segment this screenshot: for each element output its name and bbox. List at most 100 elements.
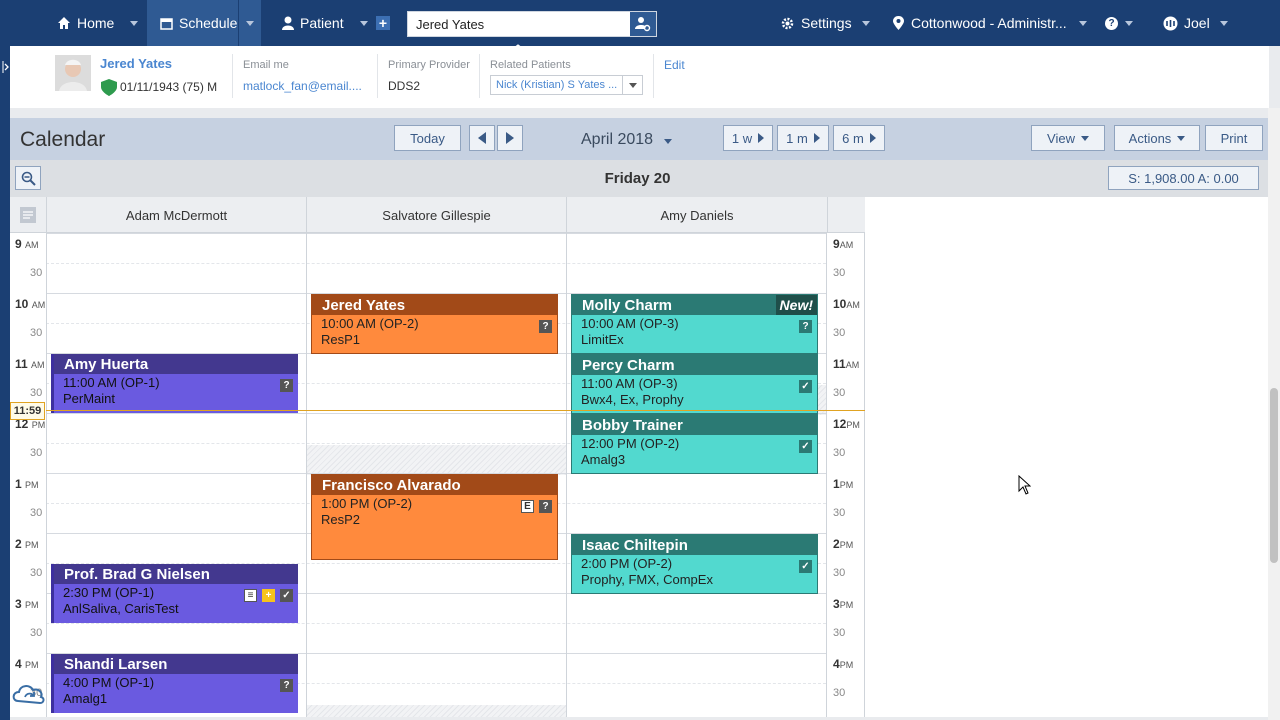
location-menu[interactable]: Cottonwood - Administr... [893, 0, 1087, 46]
print-button[interactable]: Print [1205, 125, 1263, 151]
home-menu[interactable]: Home [57, 0, 139, 46]
hour-label: 4 PM [15, 657, 39, 671]
chevron-down-icon[interactable] [622, 76, 642, 94]
user-menu[interactable]: Joel [1163, 0, 1228, 46]
hour-label: 3 PM [15, 597, 39, 611]
schedule-caret-button[interactable] [239, 0, 261, 46]
hour-label: 10 AM [15, 297, 46, 311]
divider [232, 54, 233, 98]
sidebar-toggle[interactable] [0, 46, 10, 720]
question-icon[interactable]: ? [280, 679, 293, 692]
half-hour-label: 30 [30, 327, 43, 339]
six-month-button[interactable]: 6 m [833, 125, 885, 151]
medical-alert-icon[interactable]: + [262, 589, 275, 602]
chevron-down-icon [1177, 135, 1186, 141]
patient-caret-icon[interactable] [359, 20, 368, 26]
patient-avatar [55, 55, 91, 91]
check-icon[interactable]: ✓ [799, 440, 812, 453]
question-icon[interactable]: ? [280, 379, 293, 392]
question-icon[interactable]: ? [539, 500, 552, 513]
appointment-patient-name: Percy Charm [572, 355, 817, 375]
appointment-card[interactable]: Amy Huerta 11:00 AM (OP-1) PerMaint ? [51, 354, 298, 413]
appointment-card[interactable]: Jered Yates 10:00 AM (OP-2) ResP1 ? [311, 294, 558, 354]
appointment-patient-name: Amy Huerta [54, 354, 298, 374]
patient-search-input[interactable] [408, 12, 628, 36]
view-button[interactable]: View [1031, 125, 1105, 151]
provider-column-header[interactable]: Salvatore Gillespie [306, 197, 566, 233]
patient-search-button[interactable] [630, 12, 656, 36]
question-icon[interactable]: ? [539, 320, 552, 333]
primary-provider-value: DDS2 [388, 79, 421, 93]
schedule-menu[interactable]: Schedule [147, 0, 238, 46]
half-hour-label: 30 [833, 687, 846, 699]
vertical-scrollbar[interactable] [1268, 108, 1280, 720]
scrollbar-thumb[interactable] [1270, 388, 1278, 563]
actions-label: Actions [1128, 130, 1172, 146]
day-totals[interactable]: S: 1,908.00 A: 0.00 [1108, 166, 1259, 190]
appointment-card[interactable]: Isaac Chiltepin 2:00 PM (OP-2) Prophy, F… [571, 534, 818, 594]
next-day-button[interactable] [497, 125, 523, 151]
home-caret-icon[interactable] [130, 20, 139, 26]
patient-search[interactable] [407, 11, 657, 50]
edit-link[interactable]: Edit [664, 58, 685, 72]
appointment-card[interactable]: Shandi Larsen 4:00 PM (OP-1) Amalg1 ? [51, 654, 298, 713]
month-selector[interactable]: April 2018 [581, 131, 672, 149]
related-patients-select[interactable]: Nick (Kristian) S Yates ... [490, 75, 643, 95]
provider-column-header[interactable]: Amy Daniels [566, 197, 827, 233]
check-icon[interactable]: ✓ [280, 589, 293, 602]
question-icon[interactable]: ? [799, 320, 812, 333]
hour-label: 3PM [833, 597, 854, 611]
appointment-procedures: Prophy, FMX, CompEx [581, 572, 713, 587]
actions-button[interactable]: Actions [1114, 125, 1200, 151]
collapse-handle-icon[interactable] [512, 37, 524, 50]
half-hour-label: 30 [833, 447, 846, 459]
blocked-time [307, 705, 566, 717]
arrow-left-icon [478, 132, 486, 144]
appointment-patient-name: Francisco Alvarado [312, 475, 557, 495]
help-menu[interactable]: ? [1105, 0, 1133, 46]
appointment-card[interactable]: Percy Charm 11:00 AM (OP-3) Bwx4, Ex, Pr… [571, 354, 818, 414]
note-icon[interactable]: ≡ [244, 589, 257, 602]
one-month-button[interactable]: 1 m [777, 125, 829, 151]
patient-name-link[interactable]: Jered Yates [100, 56, 172, 71]
check-icon[interactable]: ✓ [799, 560, 812, 573]
provider-column-header[interactable]: Adam McDermott [46, 197, 306, 233]
appointment-time: 12:00 PM (OP-2) [581, 436, 680, 451]
current-time-line [46, 410, 865, 411]
sync-cloud-icon[interactable] [10, 677, 50, 707]
settings-menu[interactable]: Settings [780, 0, 870, 46]
notes-toggle[interactable] [10, 197, 46, 233]
divider [377, 54, 378, 98]
today-button[interactable]: Today [394, 125, 461, 151]
half-hour-label: 30 [833, 327, 846, 339]
one-week-button[interactable]: 1 w [723, 125, 773, 151]
shield-icon [101, 79, 117, 96]
half-hour-line [46, 263, 826, 264]
hour-label: 9 AM [15, 237, 39, 251]
one-month-label: 1 m [786, 130, 808, 146]
user-caret-icon [1219, 20, 1228, 26]
half-hour-line [46, 623, 826, 624]
previous-day-button[interactable] [469, 125, 495, 151]
patient-email-link[interactable]: matlock_fan@email.... [243, 79, 362, 93]
add-patient-button[interactable]: + [376, 0, 390, 46]
estimate-icon[interactable]: E [521, 500, 534, 513]
appointment-card[interactable]: Francisco Alvarado 1:00 PM (OP-2) ResP2 … [311, 474, 558, 560]
hour-label: 9AM [833, 237, 854, 251]
help-caret-icon [1125, 20, 1133, 26]
appointment-patient-name: Isaac Chiltepin [572, 535, 817, 555]
plus-icon: + [376, 15, 390, 31]
check-icon[interactable]: ✓ [799, 380, 812, 393]
appointment-card[interactable]: Bobby Trainer 12:00 PM (OP-2) Amalg3 ✓ [571, 414, 818, 474]
arrow-right-icon [758, 133, 765, 143]
schedule-label: Schedule [179, 15, 238, 31]
related-patients-label: Related Patients [490, 59, 571, 71]
half-hour-label: 30 [30, 627, 43, 639]
appointment-card[interactable]: Molly Charm New! 10:00 AM (OP-3) LimitEx… [571, 294, 818, 354]
patient-menu[interactable]: Patient [282, 0, 368, 46]
hour-label: 2 PM [15, 537, 39, 551]
appointment-card[interactable]: Prof. Brad G Nielsen 2:30 PM (OP-1) AnlS… [51, 564, 298, 623]
chevron-down-icon [663, 139, 672, 144]
chevron-down-icon [1080, 135, 1089, 141]
home-label: Home [77, 15, 115, 31]
